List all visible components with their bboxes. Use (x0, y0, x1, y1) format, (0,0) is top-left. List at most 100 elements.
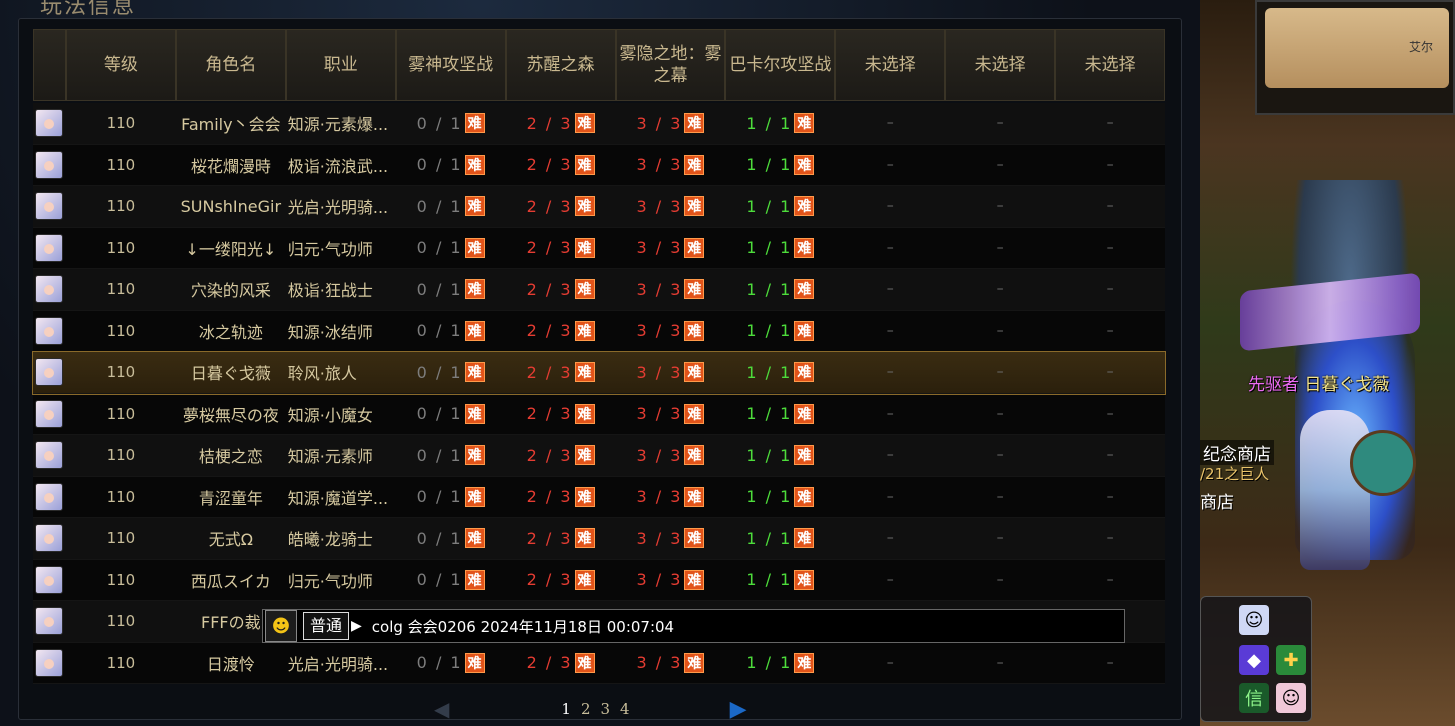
npc-memorial-shop-label[interactable]: 纪念商店 (1200, 440, 1274, 465)
emoji-icon[interactable]: ☻ (265, 610, 297, 642)
level-cell: 110 (106, 529, 136, 548)
table-row[interactable]: 110 冰之轨迹 知源·冰结师 0 / 1难2 / 3难3 / 3难1 / 1 难 – – – (33, 310, 1165, 352)
avatar-slot-icon[interactable]: ☺ (1239, 605, 1269, 635)
level-cell: 110 (106, 280, 136, 299)
prev-page-icon[interactable]: ◀ (434, 697, 449, 721)
table-row[interactable]: 110 穴染的风采 极诣·狂战士 0 / 1难2 / 3难3 / 3难1 / 1 难 – –… (33, 269, 1165, 311)
raid-fog-god-cell: 0 / 1难 (396, 362, 506, 383)
hard-badge-icon: 难 (794, 362, 815, 383)
progress-text: 2 / 3 (526, 155, 573, 175)
hard-badge-icon: 难 (794, 652, 815, 673)
table-row[interactable]: 110 无式Ω 皓曦·龙骑士 0 / 1难2 / 3难3 / 3难1 / 1 难 – – – (33, 518, 1165, 560)
hard-badge-icon: 难 (464, 113, 485, 134)
hard-badge-icon: 难 (684, 196, 705, 217)
progress-text: 2 / 3 (526, 279, 573, 299)
chat-message-text: colg 会会0206 2024年11月18日 00:07:04 (371, 617, 675, 636)
hard-badge-icon: 难 (684, 569, 705, 590)
progress-text: 1 / 1 (746, 155, 793, 175)
raid-bakal-cell: 1 / 1难 (725, 196, 835, 217)
unselected-cell-1: – (886, 654, 894, 671)
job-cell: 知源·冰结师 (287, 322, 373, 342)
avatar-cell (33, 150, 66, 179)
next-page-icon[interactable]: ▶ (730, 697, 747, 722)
progress-text: 2 / 3 (526, 113, 573, 133)
hard-badge-icon: 难 (574, 362, 595, 383)
raid-bakal-cell: 1 / 1难 (725, 403, 835, 424)
table-row[interactable]: 110 西瓜スイカ 归元·气功师 0 / 1难2 / 3难3 / 3难1 / 1 难 – –… (33, 559, 1165, 601)
table-row[interactable]: 110 SUNshIneGir 光启·光明骑... 0 / 1难2 / 3难3 / 3… (33, 186, 1165, 228)
page-numbers: 1234 (561, 700, 629, 718)
raid-awakened-forest-cell: 2 / 3难 (506, 652, 616, 673)
table-row[interactable]: 110 日渡怜 光启·光明骑... 0 / 1难2 / 3难3 / 3难1 / 1 难 –… (33, 642, 1165, 684)
raid-fog-god-cell: 0 / 1难 (396, 403, 506, 424)
table-row[interactable]: 110 Family丶会会 知源·元素爆... 0 / 1难2 / 3难3 / 3难1… (33, 103, 1165, 145)
play-info-table: 等级 角色名 职业 雾神攻坚战 苏醒之森 雾隐之地：雾之幕 巴卡尔攻坚战 未选择 未选择 未选择 … (32, 29, 1166, 684)
chat-channel-badge[interactable]: 普通 (303, 612, 350, 640)
character-name-cell: SUNshIneGir (180, 196, 282, 216)
table-row[interactable]: 110 青涩童年 知源·魔道学... 0 / 1难2 / 3难3 / 3难1 / 1难… (33, 476, 1165, 518)
progress-text: 0 / 1 (416, 528, 463, 548)
hard-badge-icon: 难 (574, 486, 595, 507)
hard-badge-icon: 难 (684, 528, 705, 549)
hard-badge-icon: 难 (464, 569, 485, 590)
avatar-cell (33, 648, 66, 677)
progress-text: 3 / 3 (636, 113, 683, 133)
unselected-cell-1: – (886, 239, 894, 256)
raid-fog-god-cell: 0 / 1难 (396, 445, 506, 466)
hard-badge-icon: 难 (464, 279, 485, 300)
header-col-7[interactable]: 未选择 (835, 29, 946, 101)
unselected-cell-2: – (996, 488, 1004, 505)
table-row[interactable]: 110 ↓一缕阳光↓ 归元·气功师 0 / 1难2 / 3难3 / 3难1 / 1 难 –… (33, 227, 1165, 269)
gift-icon[interactable]: ✚ (1276, 645, 1306, 675)
raid-fog-veil-cell: 3 / 3难 (616, 403, 726, 424)
progress-text: 0 / 1 (416, 321, 463, 341)
character-slot-icon[interactable]: ☺ (1276, 683, 1306, 713)
progress-text: 2 / 3 (526, 528, 573, 548)
raid-awakened-forest-cell: 2 / 3难 (506, 237, 616, 258)
progress-text: 1 / 1 (746, 653, 793, 673)
header-col-8[interactable]: 未选择 (945, 29, 1056, 101)
player-character[interactable] (1300, 410, 1370, 570)
progress-text: 0 / 1 (416, 404, 463, 424)
message-icon[interactable]: 信 (1239, 683, 1269, 713)
table-row[interactable]: 110 夢桜無尽の夜 知源·小魔女 0 / 1难2 / 3难3 / 3难1 / 1 难 –… (33, 393, 1165, 435)
progress-text: 0 / 1 (416, 487, 463, 507)
progress-text: 1 / 1 (746, 321, 793, 341)
progress-text: 1 / 1 (746, 445, 793, 465)
raid-fog-god-cell: 0 / 1难 (396, 320, 506, 341)
page-number[interactable]: 1 (561, 700, 571, 718)
raid-bakal-cell: 1 / 1难 (725, 528, 835, 549)
avatar (35, 399, 64, 428)
page-number[interactable]: 4 (620, 700, 630, 718)
progress-text: 2 / 3 (526, 570, 573, 590)
hard-badge-icon: 难 (794, 196, 815, 217)
avatar (35, 109, 64, 138)
progress-text: 0 / 1 (416, 570, 463, 590)
unselected-cell-2: – (996, 530, 1004, 547)
unselected-cell-2: – (996, 115, 1004, 132)
table-row[interactable]: 110 桔梗之恋 知源·元素师 0 / 1难2 / 3难3 / 3难1 / 1 难 – – – (33, 435, 1165, 477)
hard-badge-icon: 难 (684, 154, 705, 175)
job-cell: 归元·气功师 (287, 239, 373, 259)
npc-shop-label[interactable]: 商店 (1200, 488, 1234, 513)
avatar (35, 192, 64, 221)
raid-bakal-cell: 1 / 1难 (725, 445, 835, 466)
job-cell: 皓曦·龙骑士 (287, 530, 373, 550)
unselected-cell-3: – (1106, 530, 1114, 547)
table-row[interactable]: 110 日暮ぐ戈薇 聆风·旅人 0 / 1难2 / 3难3 / 3难1 / 1 难 – – – (32, 351, 1166, 395)
hard-badge-icon: 难 (464, 362, 485, 383)
minimap[interactable]: 艾尔 (1255, 0, 1455, 115)
hard-badge-icon: 难 (574, 652, 595, 673)
level-cell: 110 (106, 197, 136, 216)
job-cell: 极诣·狂战士 (287, 281, 373, 301)
page-number[interactable]: 2 (581, 700, 591, 718)
hard-badge-icon: 难 (464, 445, 485, 466)
unselected-cell-3: – (1106, 322, 1114, 339)
avatar-cell (33, 192, 66, 221)
unselected-cell-1: – (886, 322, 894, 339)
gem-icon[interactable]: ◆ (1239, 645, 1269, 675)
table-row[interactable]: 110 桜花爛漫時 极诣·流浪武... 0 / 1难2 / 3难3 / 3难1 / 1… (33, 144, 1165, 186)
hard-badge-icon: 难 (794, 486, 815, 507)
page-number[interactable]: 3 (600, 700, 610, 718)
header-col-9[interactable]: 未选择 (1055, 29, 1166, 101)
